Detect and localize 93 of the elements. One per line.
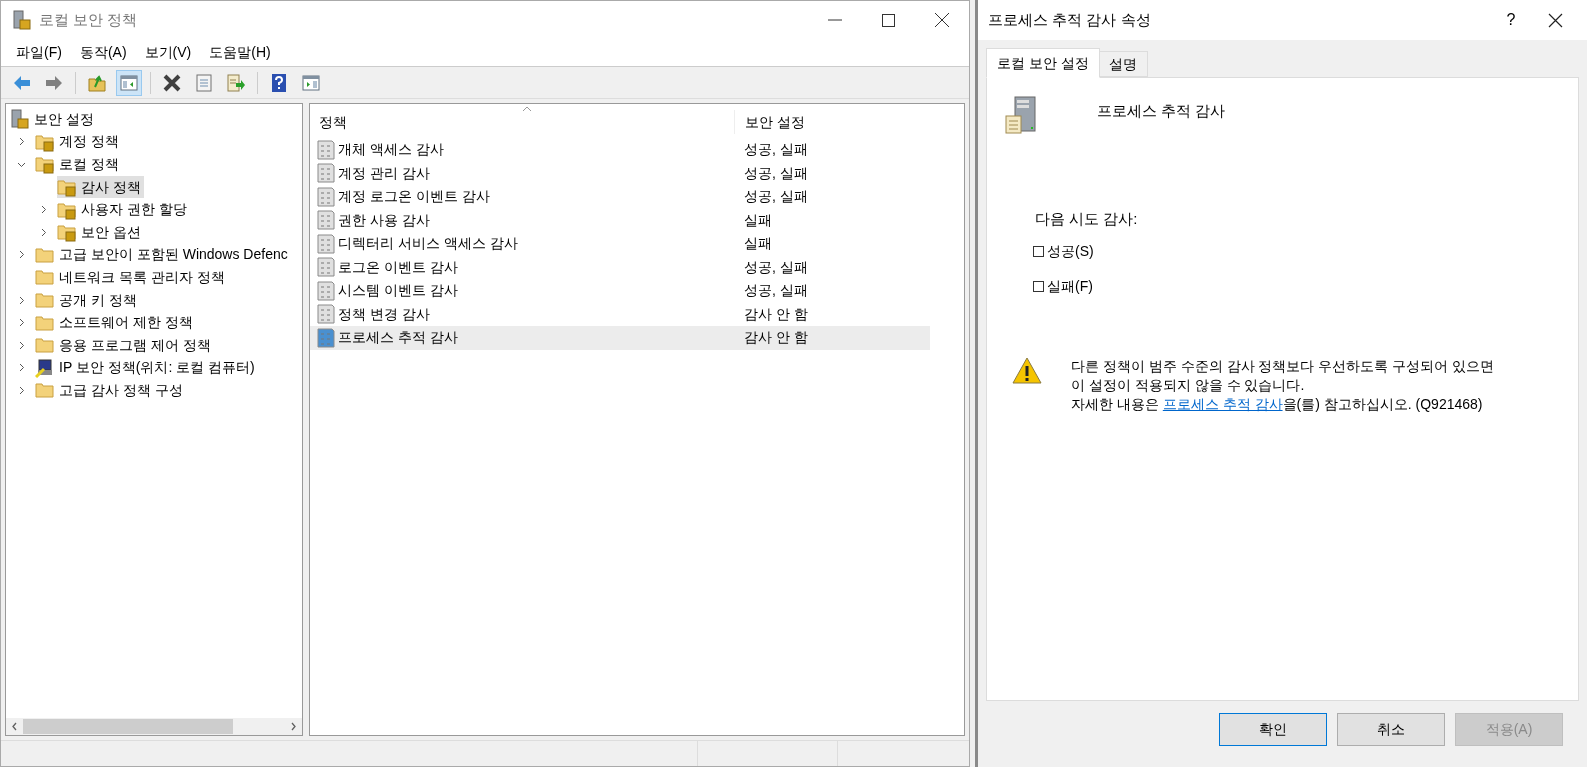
table-cell-text: 계정 관리 감사 bbox=[338, 163, 430, 183]
audit-prompt: 다음 시도 감사: bbox=[1035, 209, 1138, 229]
table-cell-text: 실패 bbox=[743, 234, 772, 254]
table-cell-text: 실패 bbox=[743, 210, 772, 230]
close-icon[interactable] bbox=[935, 13, 949, 27]
dialog-title: 프로세스 추적 감사 속성 bbox=[988, 9, 1151, 30]
folder-icon bbox=[35, 267, 54, 288]
column-header[interactable]: 보안 설정 bbox=[734, 110, 930, 134]
warning-text: 다른 정책이 범주 수준의 감사 정책보다 우선하도록 구성되어 있으면 이 설정이 적용되지 않을 수 있습니다. 자세한 내용은 프로세스 추적 감사을(를) 참고하십시오. (Q921468) bbox=[1071, 356, 1495, 414]
tree-item[interactable]: 고급 보안이 포함된 Windows Defenc bbox=[35, 243, 291, 266]
table-cell-text: 개체 액세스 감사 bbox=[338, 140, 444, 160]
policy-icon bbox=[317, 186, 335, 207]
scrollbar-thumb[interactable] bbox=[23, 719, 233, 734]
policy-icon bbox=[317, 257, 335, 278]
table-row[interactable]: 정책 변경 감사 감사 안 함 bbox=[310, 302, 930, 326]
warning-icon bbox=[1012, 356, 1042, 384]
policy-icon bbox=[317, 233, 335, 254]
close-icon[interactable] bbox=[1548, 12, 1563, 28]
dialog-button[interactable]: 확인 bbox=[1219, 713, 1327, 746]
help-button[interactable]: ? bbox=[1496, 8, 1526, 32]
tree-item[interactable]: 네트워크 목록 관리자 정책 bbox=[35, 266, 228, 289]
dialog-button[interactable]: 취소 bbox=[1337, 713, 1445, 746]
menu-item[interactable]: 파일(F) bbox=[7, 39, 71, 66]
column-header[interactable]: 정책 bbox=[310, 110, 734, 134]
table-cell-text: 프로세스 추적 감사 bbox=[338, 328, 458, 348]
tab[interactable]: 설명 bbox=[1098, 51, 1148, 77]
maximize-icon[interactable] bbox=[882, 13, 895, 27]
document-arrow-icon bbox=[226, 72, 246, 93]
table-cell-text: 로그온 이벤트 감사 bbox=[338, 257, 458, 277]
table-row[interactable]: 계정 관리 감사 성공, 실패 bbox=[310, 161, 930, 185]
computer-key-icon bbox=[35, 357, 54, 378]
table-cell-text: 감사 안 함 bbox=[743, 328, 808, 348]
help-link[interactable]: 프로세스 추적 감사 bbox=[1162, 395, 1283, 412]
server-lock-icon bbox=[13, 10, 31, 30]
document-icon bbox=[194, 72, 214, 93]
table-row[interactable]: 디렉터리 서비스 액세스 감사 실패 bbox=[310, 232, 930, 256]
table-cell-text: 성공, 실패 bbox=[743, 257, 808, 277]
menu-item[interactable]: 보기(V) bbox=[135, 39, 201, 66]
tree-item[interactable]: 계정 정책 bbox=[35, 130, 122, 153]
horizontal-scrollbar[interactable] bbox=[6, 718, 302, 735]
tree-item[interactable]: 로컬 정책 bbox=[35, 153, 122, 176]
table-cell-text: 시스템 이벤트 감사 bbox=[338, 281, 458, 301]
folder-lock-icon bbox=[57, 177, 76, 198]
table-row[interactable]: 개체 액세스 감사 성공, 실패 bbox=[310, 138, 930, 162]
policy-icon bbox=[317, 139, 335, 160]
folder-icon bbox=[35, 380, 54, 401]
policy-icon bbox=[317, 163, 335, 184]
policy-icon bbox=[317, 210, 335, 231]
tree-item[interactable]: 사용자 권한 할당 bbox=[57, 198, 190, 221]
table-cell-text: 계정 로그온 이벤트 감사 bbox=[338, 187, 490, 207]
policy-icon bbox=[317, 280, 335, 301]
table-cell-text: 디렉터리 서비스 액세스 감사 bbox=[338, 234, 518, 254]
window-panel-icon bbox=[119, 72, 139, 93]
table-cell-text: 성공, 실패 bbox=[743, 281, 808, 301]
tree-item[interactable]: 공개 키 정책 bbox=[35, 289, 140, 312]
tree-item[interactable]: 보안 옵션 bbox=[57, 221, 144, 244]
help-icon bbox=[269, 72, 289, 93]
sort-caret-icon bbox=[522, 106, 532, 112]
table-row[interactable]: 권한 사용 감사 실패 bbox=[310, 208, 930, 232]
table-cell-text: 정책 변경 감사 bbox=[338, 304, 430, 324]
menu-item[interactable]: 동작(A) bbox=[70, 39, 136, 66]
table-row[interactable]: 계정 로그온 이벤트 감사 성공, 실패 bbox=[310, 185, 930, 209]
table-cell-text: 성공, 실패 bbox=[743, 187, 808, 207]
checkbox[interactable] bbox=[1033, 245, 1044, 257]
tab[interactable]: 로컬 보안 설정 bbox=[986, 48, 1100, 78]
tree-item[interactable]: 응용 프로그램 제어 정책 bbox=[35, 334, 214, 357]
table-cell-text: 성공, 실패 bbox=[743, 140, 808, 160]
folder-icon bbox=[35, 335, 54, 356]
table-cell-text: 성공, 실패 bbox=[743, 163, 808, 183]
policy-name: 프로세스 추적 감사 bbox=[1097, 101, 1226, 121]
table-row[interactable]: 로그온 이벤트 감사 성공, 실패 bbox=[310, 255, 930, 279]
tree-item[interactable]: IP 보안 정책(위치: 로컬 컴퓨터) bbox=[35, 356, 258, 379]
table-row[interactable]: 시스템 이벤트 감사 성공, 실패 bbox=[310, 279, 930, 303]
policy-icon bbox=[317, 327, 335, 348]
folder-icon bbox=[35, 290, 54, 311]
tree-item[interactable]: 감사 정책 bbox=[57, 176, 144, 199]
checkbox-label: 성공(S) bbox=[1047, 241, 1094, 261]
server-lock-icon bbox=[10, 109, 29, 130]
tree-item[interactable]: 보안 설정 bbox=[10, 108, 97, 131]
table-cell-text: 권한 사용 감사 bbox=[338, 210, 430, 230]
menu-item[interactable]: 도움말(H) bbox=[200, 39, 280, 66]
table-cell-text: 감사 안 함 bbox=[743, 304, 808, 324]
checkbox[interactable] bbox=[1033, 280, 1044, 292]
folder-lock-icon bbox=[57, 222, 76, 243]
tree-item[interactable]: 소프트웨어 제한 정책 bbox=[35, 311, 196, 334]
window-panel-icon bbox=[301, 72, 321, 93]
checkbox-label: 실패(F) bbox=[1047, 276, 1093, 296]
folder-lock-icon bbox=[35, 154, 54, 175]
tree-item[interactable]: 고급 감사 정책 구성 bbox=[35, 379, 186, 402]
window-title: 로컬 보안 정책 bbox=[39, 9, 138, 30]
policy-icon bbox=[317, 304, 335, 325]
table-row[interactable]: 프로세스 추적 감사 감사 안 함 bbox=[310, 326, 930, 350]
x-mark-icon bbox=[162, 72, 182, 93]
